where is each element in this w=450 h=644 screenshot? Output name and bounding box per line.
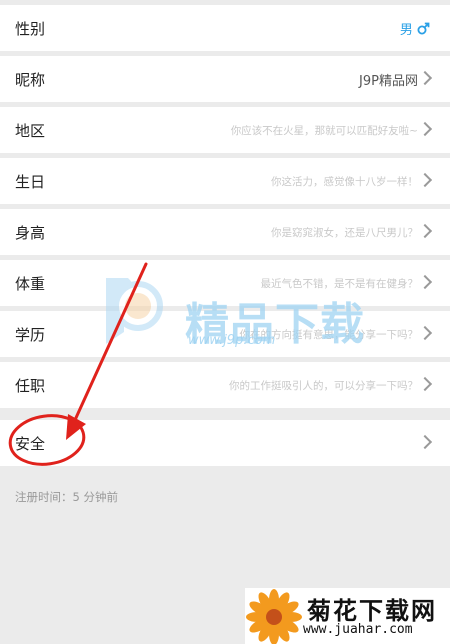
flower-icon	[246, 589, 302, 644]
corner-logo: 菊花下载网 www.juahar.com	[245, 588, 450, 644]
corner-url: www.juahar.com	[303, 622, 413, 637]
corner-brand: 菊花下载网	[307, 597, 437, 625]
annotation-arrow-icon	[8, 262, 148, 466]
